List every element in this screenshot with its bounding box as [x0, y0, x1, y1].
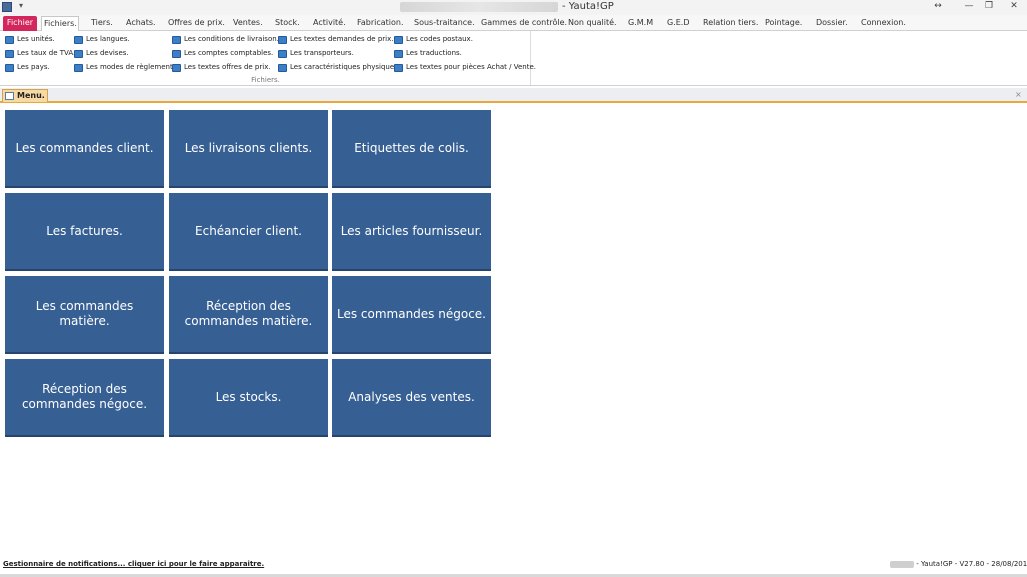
tab-pointage[interactable]: Pointage.: [763, 16, 804, 31]
ribbon-item-unites[interactable]: Les unités.: [5, 34, 55, 46]
table-icon: [278, 36, 287, 44]
tile-etiquettes-colis[interactable]: Etiquettes de colis.: [332, 110, 491, 188]
version-info: - Yauta!GP - V27.80 - 28/08/2017: [890, 560, 1027, 568]
blurred-username: [890, 560, 914, 568]
table-icon: [5, 50, 14, 58]
tile-echeancier-client[interactable]: Echéancier client.: [169, 193, 328, 271]
title-bar: ▾ - Yauta!GP ↔ — ❐ ✕: [0, 0, 1027, 15]
tab-gmm[interactable]: G.M.M: [626, 16, 655, 31]
tab-dossier[interactable]: Dossier.: [814, 16, 850, 31]
tile-articles-fournisseur[interactable]: Les articles fournisseur.: [332, 193, 491, 271]
ribbon-item-traductions[interactable]: Les traductions.: [394, 48, 462, 60]
tab-fichiers[interactable]: Fichiers.: [41, 16, 79, 31]
table-icon: [5, 36, 14, 44]
ribbon-item-conditions-livraison[interactable]: Les conditions de livraison.: [172, 34, 279, 46]
window-title: - Yauta!GP: [400, 1, 660, 13]
ribbon-item-langues[interactable]: Les langues.: [74, 34, 130, 46]
tile-commandes-negoce[interactable]: Les commandes négoce.: [332, 276, 491, 354]
tab-fichier[interactable]: Fichier: [3, 16, 37, 31]
table-icon: [74, 64, 83, 72]
window-title-text: - Yauta!GP: [562, 1, 614, 12]
close-button[interactable]: ✕: [1005, 0, 1023, 14]
table-icon: [394, 50, 403, 58]
tile-analyses-ventes[interactable]: Analyses des ventes.: [332, 359, 491, 437]
doc-close-icon[interactable]: ×: [1015, 90, 1022, 99]
tile-reception-commandes-matiere[interactable]: Réception des commandes matière.: [169, 276, 328, 354]
restore-button[interactable]: ❐: [982, 0, 996, 14]
form-icon: [5, 92, 14, 100]
table-icon: [172, 64, 181, 72]
ribbon-item-codes-postaux[interactable]: Les codes postaux.: [394, 34, 473, 46]
ribbon-group-label: Fichiers.: [251, 76, 280, 84]
version-text: - Yauta!GP - V27.80 - 28/08/2017: [916, 560, 1027, 568]
ribbon-item-pays[interactable]: Les pays.: [5, 62, 50, 74]
app-icon[interactable]: [2, 2, 12, 12]
doc-tab-menu[interactable]: Menu.: [2, 89, 48, 102]
ribbon-item-transporteurs[interactable]: Les transporteurs.: [278, 48, 354, 60]
tab-activite[interactable]: Activité.: [311, 16, 348, 31]
minimize-button[interactable]: —: [962, 0, 976, 14]
tab-relation-tiers[interactable]: Relation tiers.: [701, 16, 760, 31]
tab-offres-de-prix[interactable]: Offres de prix.: [166, 16, 227, 31]
ribbon-item-devises[interactable]: Les devises.: [74, 48, 129, 60]
ribbon-item-textes-demandes-prix[interactable]: Les textes demandes de prix.: [278, 34, 393, 46]
table-icon: [172, 50, 181, 58]
resize-arrows-icon[interactable]: ↔: [930, 0, 946, 14]
tab-fabrication[interactable]: Fabrication.: [355, 16, 406, 31]
table-icon: [74, 50, 83, 58]
tab-ventes[interactable]: Ventes.: [231, 16, 265, 31]
table-icon: [74, 36, 83, 44]
ribbon-item-textes-pieces[interactable]: Les textes pour pièces Achat / Vente.: [394, 62, 536, 74]
tile-stocks[interactable]: Les stocks.: [169, 359, 328, 437]
blurred-title-prefix: [400, 1, 558, 12]
tile-commandes-client[interactable]: Les commandes client.: [5, 110, 164, 188]
tile-factures[interactable]: Les factures.: [5, 193, 164, 271]
quick-access-dropdown-icon[interactable]: ▾: [19, 1, 23, 10]
doc-tab-label: Menu.: [17, 91, 45, 100]
table-icon: [278, 50, 287, 58]
ribbon-panel: Les unités. Les taux de TVA. Les pays. L…: [0, 31, 1027, 86]
tab-achats[interactable]: Achats.: [124, 16, 158, 31]
tab-non-qualite[interactable]: Non qualité.: [566, 16, 619, 31]
notification-manager-link[interactable]: Gestionnaire de notifications... cliquer…: [3, 560, 264, 568]
ribbon-item-taux-tva[interactable]: Les taux de TVA.: [5, 48, 75, 60]
table-icon: [278, 64, 287, 72]
tab-gammes-de-controle[interactable]: Gammes de contrôle.: [479, 16, 569, 31]
tab-ged[interactable]: G.E.D: [665, 16, 692, 31]
table-icon: [172, 36, 181, 44]
tab-sous-traitance[interactable]: Sous-traitance.: [412, 16, 477, 31]
ribbon-item-comptes-comptables[interactable]: Les comptes comptables.: [172, 48, 273, 60]
ribbon-item-caracteristiques-physiques[interactable]: Les caractéristiques physiques: [278, 62, 398, 74]
tab-stock[interactable]: Stock.: [273, 16, 302, 31]
ribbon-item-modes-reglement[interactable]: Les modes de règlement.: [74, 62, 175, 74]
tab-tiers[interactable]: Tiers.: [89, 16, 115, 31]
tile-commandes-matiere[interactable]: Les commandes matière.: [5, 276, 164, 354]
table-icon: [394, 36, 403, 44]
table-icon: [394, 64, 403, 72]
tab-connexion[interactable]: Connexion.: [859, 16, 908, 31]
ribbon-group-fichiers: Les unités. Les taux de TVA. Les pays. L…: [0, 31, 536, 85]
ribbon-item-textes-offres-prix[interactable]: Les textes offres de prix.: [172, 62, 271, 74]
table-icon: [5, 64, 14, 72]
ribbon-tab-bar: Fichier Fichiers. Tiers. Achats. Offres …: [0, 15, 1027, 31]
tile-reception-commandes-negoce[interactable]: Réception des commandes négoce.: [5, 359, 164, 437]
application-window: ▾ - Yauta!GP ↔ — ❐ ✕ Fichier Fichiers. T…: [0, 0, 1027, 577]
tile-livraisons-clients[interactable]: Les livraisons clients.: [169, 110, 328, 188]
document-tab-strip: Menu. ×: [0, 88, 1027, 103]
